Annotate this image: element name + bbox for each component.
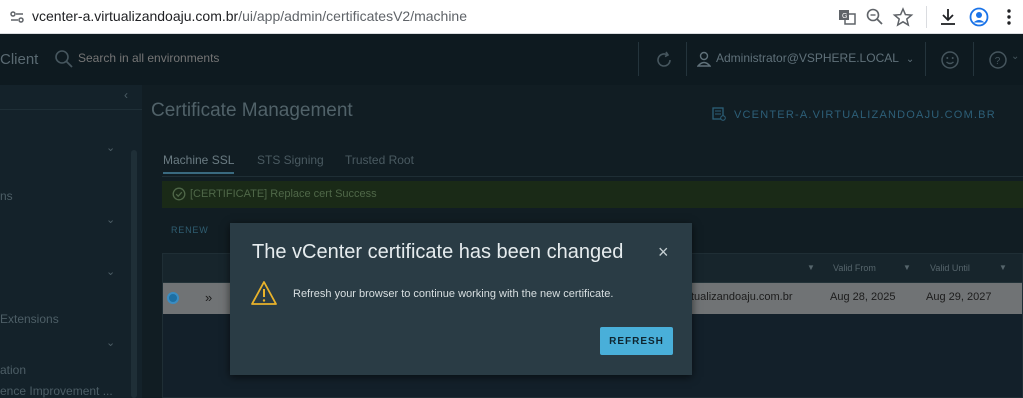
sidebar-item[interactable]: ence Improvement ... <box>0 384 113 398</box>
chevron-down-icon[interactable]: ⌄ <box>106 213 115 226</box>
site-info-icon[interactable] <box>8 8 26 26</box>
address-bar[interactable]: vcenter-a.virtualizandoaju.com.br/ui/app… <box>32 8 467 24</box>
sidebar-item[interactable]: ation <box>0 363 26 377</box>
cell-valid-until: Aug 29, 2027 <box>926 291 992 303</box>
close-icon[interactable]: × <box>658 242 669 262</box>
global-search[interactable] <box>54 49 254 71</box>
filter-icon[interactable]: ▼ <box>999 263 1007 272</box>
browser-toolbar: vcenter-a.virtualizandoaju.com.br/ui/app… <box>0 0 1023 34</box>
download-icon[interactable] <box>937 6 959 28</box>
bookmark-star-icon[interactable] <box>892 6 914 28</box>
vcenter-icon <box>712 107 726 121</box>
column-header-valid-until[interactable]: Valid Until <box>930 263 970 273</box>
header-divider <box>638 42 639 76</box>
menu-icon[interactable] <box>998 6 1020 28</box>
vcenter-name[interactable]: VCENTER-A.VIRTUALIZANDOAJU.COM.BR <box>734 109 996 121</box>
app-header: Client Administrator@VSPHERE.LOCAL ⌄ ? ⌄ <box>0 34 1023 85</box>
renew-button[interactable]: RENEW <box>171 225 209 235</box>
dialog-title: The vCenter certificate has been changed <box>252 241 624 263</box>
expand-row-icon[interactable]: » <box>205 290 212 305</box>
header-divider <box>973 42 974 76</box>
profile-icon[interactable] <box>968 6 990 28</box>
chevron-down-icon[interactable]: ⌄ <box>106 141 115 154</box>
app-name: Client <box>0 51 39 68</box>
url-path: /ui/app/admin/certificatesV2/machine <box>238 8 468 24</box>
tab-sts-signing[interactable]: STS Signing <box>257 153 324 172</box>
dialog-message: Refresh your browser to continue working… <box>293 288 614 300</box>
url-host: vcenter-a.virtualizandoaju.com.br <box>32 8 239 24</box>
tab-machine-ssl[interactable]: Machine SSL <box>163 153 235 174</box>
cell-subject: tualizandoaju.com.br <box>691 291 793 303</box>
sidebar-item[interactable]: ns <box>0 189 13 203</box>
chevron-down-icon[interactable]: ⌄ <box>1011 51 1019 62</box>
certificate-changed-dialog: The vCenter certificate has been changed… <box>230 223 692 375</box>
help-icon[interactable]: ? <box>988 50 1008 70</box>
user-icon <box>697 51 711 67</box>
tab-trusted-root[interactable]: Trusted Root <box>345 153 414 172</box>
cell-valid-from: Aug 28, 2025 <box>830 291 896 303</box>
zoom-icon[interactable] <box>864 6 886 28</box>
sidebar-scrollbar[interactable] <box>131 150 137 398</box>
row-select-radio[interactable] <box>167 292 179 304</box>
search-input[interactable] <box>78 51 248 65</box>
sidebar: ‹ ⌄ ns ⌄ ⌄ Extensions ⌄ ation ence Impro… <box>0 85 142 398</box>
refresh-icon[interactable] <box>654 50 674 70</box>
svg-text:?: ? <box>995 56 1001 67</box>
chevron-down-icon[interactable]: ⌄ <box>106 265 115 278</box>
sidebar-item-extensions[interactable]: Extensions <box>0 312 59 326</box>
page-title: Certificate Management <box>151 100 353 121</box>
svg-text:G: G <box>842 13 847 20</box>
tab-divider <box>162 176 1023 177</box>
user-name: Administrator@VSPHERE.LOCAL <box>716 51 899 65</box>
search-icon <box>55 50 73 68</box>
chevron-down-icon[interactable]: ⌄ <box>106 336 115 349</box>
filter-icon[interactable]: ▼ <box>903 263 911 272</box>
header-divider <box>925 42 926 76</box>
translate-icon[interactable]: G <box>836 6 858 28</box>
collapse-sidebar-icon[interactable]: ‹ <box>124 88 128 102</box>
check-circle-icon <box>172 187 186 201</box>
smiley-icon[interactable] <box>940 50 960 70</box>
alert-message: [CERTIFICATE] Replace cert Success <box>190 188 377 200</box>
user-menu[interactable]: Administrator@VSPHERE.LOCAL ⌄ <box>716 51 914 65</box>
refresh-button[interactable]: REFRESH <box>600 327 673 355</box>
success-alert: [CERTIFICATE] Replace cert Success <box>162 181 1023 208</box>
filter-icon[interactable]: ▼ <box>807 263 815 272</box>
warning-icon <box>251 281 277 305</box>
column-header-valid-from[interactable]: Valid From <box>833 263 876 273</box>
sidebar-divider <box>0 109 142 110</box>
toolbar-divider <box>926 6 927 28</box>
chevron-down-icon: ⌄ <box>905 54 915 65</box>
header-divider <box>686 42 687 76</box>
